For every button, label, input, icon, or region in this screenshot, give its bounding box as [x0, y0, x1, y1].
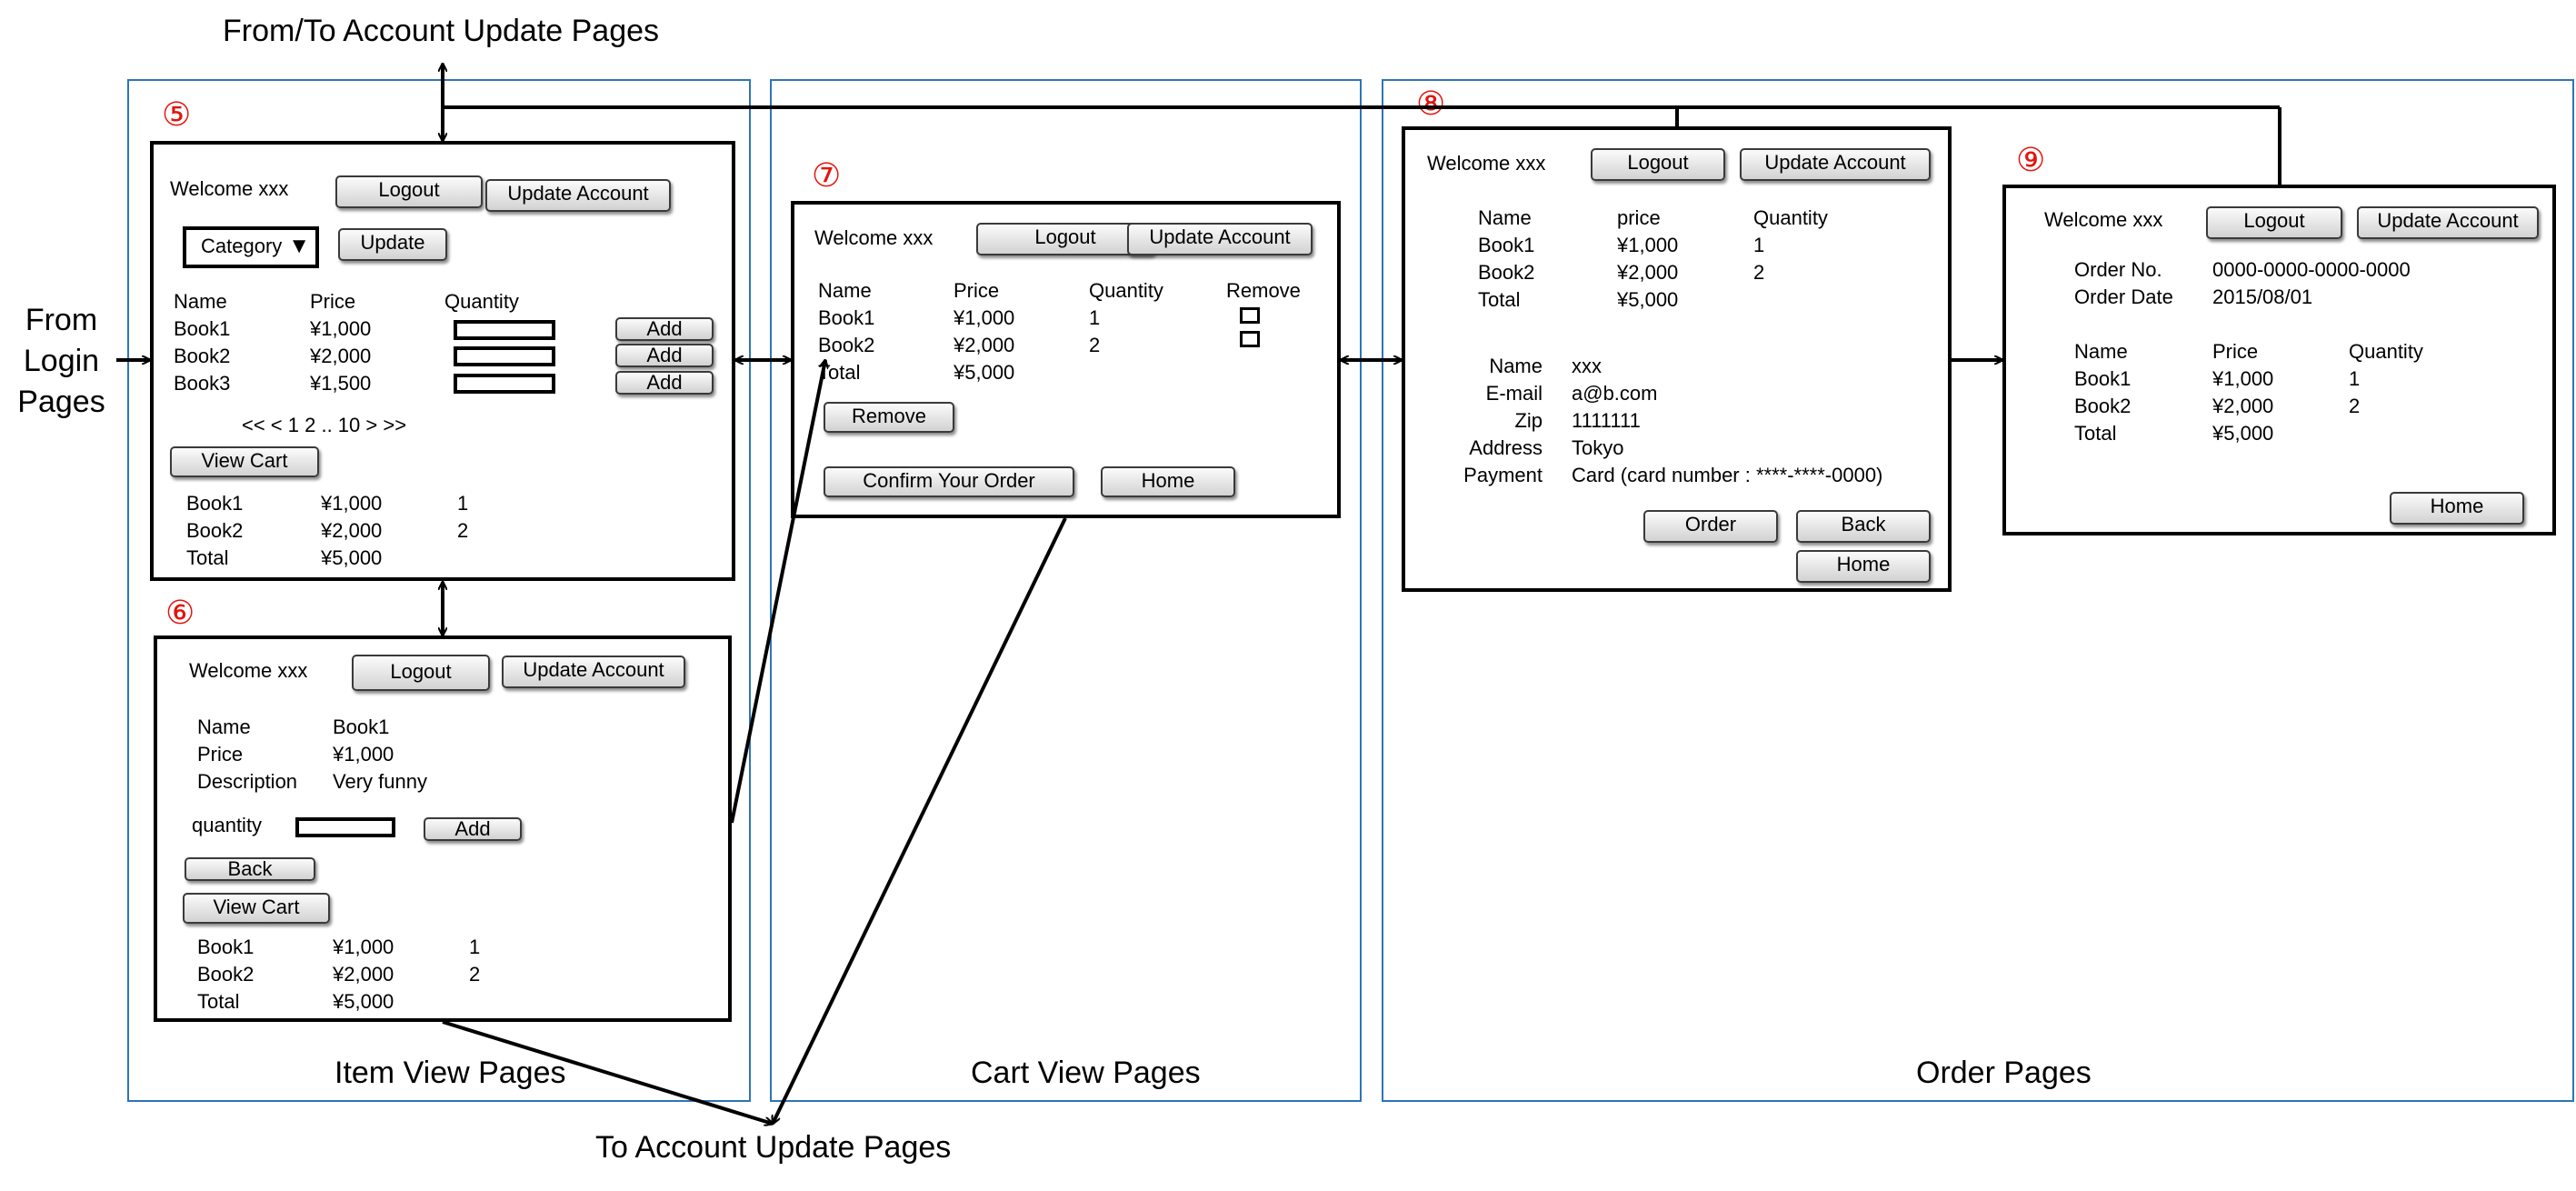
arrow-page7-account — [771, 517, 1067, 1124]
arrow-page6-account — [442, 1020, 773, 1124]
flow-arrows — [116, 0, 2281, 1191]
arrow-page6-page7 — [730, 360, 825, 824]
